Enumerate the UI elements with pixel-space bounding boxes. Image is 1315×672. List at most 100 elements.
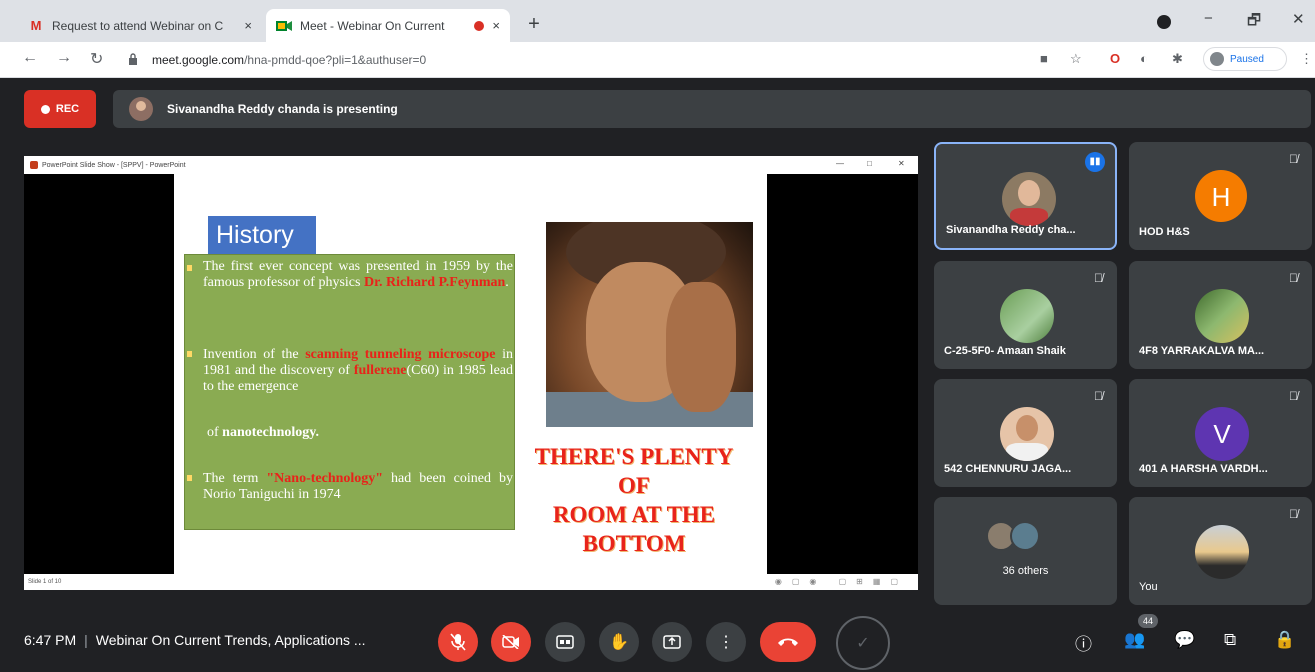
- meeting-details-icon[interactable]: ⓘ: [1075, 630, 1092, 655]
- back-icon[interactable]: ←: [22, 49, 38, 67]
- profile-paused-button[interactable]: Paused: [1203, 47, 1287, 71]
- participant-avatar: [1195, 289, 1249, 343]
- new-tab-button[interactable]: +: [522, 13, 546, 37]
- host-controls-icon[interactable]: 🔒: [1274, 630, 1295, 650]
- participant-tile[interactable]: 🎙̸ 4F8 YARRAKALVA MA...: [1129, 261, 1312, 369]
- ppt-titlebar: PowerPoint Slide Show - [SPPV] - PowerPo…: [24, 156, 918, 174]
- meet-control-bar: 6:47 PM | Webinar On Current Trends, Appli…: [0, 608, 1315, 672]
- tab-gmail[interactable]: M Request to attend Webinar on C ×: [18, 9, 262, 42]
- para-highlight: fullerene: [353, 363, 407, 378]
- paused-label: Paused: [1230, 53, 1264, 65]
- ppt-close-icon: ✕: [898, 159, 905, 168]
- slide-title: History: [208, 216, 316, 254]
- participant-avatar: [1010, 521, 1040, 551]
- forward-icon[interactable]: →: [56, 49, 72, 67]
- more-options-button[interactable]: ⋮: [706, 622, 746, 662]
- participant-tile[interactable]: 🎙̸ C-25-5F0- Amaan Shaik: [934, 261, 1117, 369]
- url-text: meet.google.com/hna-pmdd-qoe?pli=1&authu…: [152, 53, 426, 67]
- tab-meet[interactable]: Meet - Webinar On Current ×: [266, 9, 510, 42]
- meet-icon: [276, 19, 292, 33]
- para-text: of: [207, 425, 223, 440]
- url-path: /hna-pmdd-qoe?pli=1&authuser=0: [244, 53, 427, 67]
- bullet-icon: [187, 475, 192, 481]
- para-highlight: scanning tunneling microscope: [305, 347, 496, 362]
- record-dot-icon: [40, 104, 50, 114]
- extension-icon[interactable]: ◐: [1140, 51, 1148, 66]
- participant-avatar: V: [1195, 407, 1249, 461]
- participant-tile[interactable]: ▮▮ Sivanandha Reddy cha...: [934, 142, 1117, 250]
- profile-icon[interactable]: [1157, 15, 1171, 29]
- quote-line: ROOM AT THE: [552, 502, 716, 527]
- recording-icon: [474, 20, 485, 31]
- others-count: 36 others: [1002, 565, 1049, 577]
- bullet-icon: [187, 351, 192, 357]
- close-tab-icon[interactable]: ×: [244, 18, 252, 33]
- separator: |: [84, 632, 88, 648]
- history-paragraph-2: Invention of the scanning tunneling micr…: [203, 347, 513, 395]
- reload-icon[interactable]: ↻: [90, 49, 103, 69]
- avatar-initial: H: [1211, 182, 1231, 212]
- restore-button[interactable]: 🗗: [1247, 10, 1261, 35]
- activities-icon[interactable]: ⧉: [1224, 630, 1236, 650]
- para-text: Invention of the: [203, 347, 306, 362]
- mic-off-icon: 🎙̸: [1289, 271, 1298, 285]
- mic-off-icon: [450, 633, 466, 651]
- raise-hand-button[interactable]: ✋: [599, 622, 639, 662]
- gmail-icon: M: [30, 17, 42, 33]
- meeting-title[interactable]: Webinar On Current Trends, Applications …: [96, 632, 366, 648]
- participant-avatar: [1000, 407, 1054, 461]
- recording-button[interactable]: REC: [24, 90, 96, 128]
- self-tile[interactable]: 🎙̸ You: [1129, 497, 1312, 605]
- presenter-avatar: [129, 97, 153, 121]
- minimize-button[interactable]: −: [1204, 10, 1213, 27]
- participant-avatar: H: [1195, 170, 1247, 222]
- camera-indicator-icon[interactable]: ■: [1040, 51, 1048, 66]
- participant-tile[interactable]: 🎙̸ H HOD H&S: [1129, 142, 1312, 250]
- powerpoint-icon: [30, 161, 38, 169]
- close-window-button[interactable]: ✕: [1292, 10, 1305, 28]
- lock-icon: [128, 53, 142, 67]
- self-avatar: [1195, 525, 1249, 579]
- photo-hand: [666, 282, 736, 412]
- participant-tile[interactable]: 🎙̸ 542 CHENNURU JAGA...: [934, 379, 1117, 487]
- check-icon: ✓: [856, 635, 870, 652]
- opera-extension-icon[interactable]: O: [1110, 51, 1120, 66]
- ppt-restore-icon: □: [867, 159, 872, 168]
- meeting-info: 6:47 PM | Webinar On Current Trends, Appli…: [24, 632, 366, 648]
- history-paragraph-1: The first ever concept was presented in …: [203, 259, 513, 291]
- feynman-photo: [546, 222, 753, 427]
- quote-line: OF: [618, 473, 650, 498]
- captions-icon: [556, 635, 574, 649]
- bookmark-star-icon[interactable]: ☆: [1070, 51, 1082, 67]
- puzzle-icon[interactable]: ✱: [1172, 51, 1183, 67]
- leave-call-button[interactable]: [760, 622, 816, 662]
- camera-off-button[interactable]: [491, 622, 531, 662]
- quote-line: THERE'S PLENTY: [534, 444, 734, 469]
- menu-kebab-icon[interactable]: ⋮: [1300, 51, 1313, 67]
- view-controls-icon: ◉▢◉ ▢⊞▦▢: [774, 577, 908, 586]
- others-avatars: [986, 521, 1040, 551]
- url-host: meet.google.com: [152, 53, 245, 67]
- mic-off-icon: 🎙̸: [1289, 152, 1298, 166]
- participant-tile[interactable]: 🎙̸ V 401 A HARSHA VARDH...: [1129, 379, 1312, 487]
- ppt-minimize-icon: —: [836, 159, 844, 168]
- camera-off-icon: [502, 635, 519, 649]
- para-text: .: [505, 275, 509, 290]
- self-name: You: [1139, 581, 1158, 593]
- mic-off-button[interactable]: [438, 622, 478, 662]
- ppt-statusbar: Slide 1 of 10 ◉▢◉ ▢⊞▦▢: [24, 574, 918, 590]
- others-tile[interactable]: 36 others: [934, 497, 1117, 605]
- chat-icon[interactable]: 💬: [1174, 630, 1195, 650]
- people-icon[interactable]: 👥: [1124, 630, 1145, 650]
- rec-label: REC: [55, 103, 80, 115]
- browser-toolbar: ← → ↻ meet.google.com/hna-pmdd-qoe?pli=1…: [0, 42, 1315, 78]
- browser-tab-strip: M Request to attend Webinar on C × Meet …: [0, 0, 1315, 42]
- bullet-icon: [187, 265, 192, 271]
- close-tab-icon[interactable]: ×: [492, 18, 500, 33]
- captions-button[interactable]: [545, 622, 585, 662]
- speaking-indicator-icon: ▮▮: [1085, 152, 1105, 172]
- tab-title: Meet - Webinar On Current: [300, 18, 445, 33]
- present-screen-button[interactable]: [652, 622, 692, 662]
- address-bar[interactable]: meet.google.com/hna-pmdd-qoe?pli=1&authu…: [120, 47, 1100, 73]
- para-highlight: "Nano-technology": [266, 471, 384, 486]
